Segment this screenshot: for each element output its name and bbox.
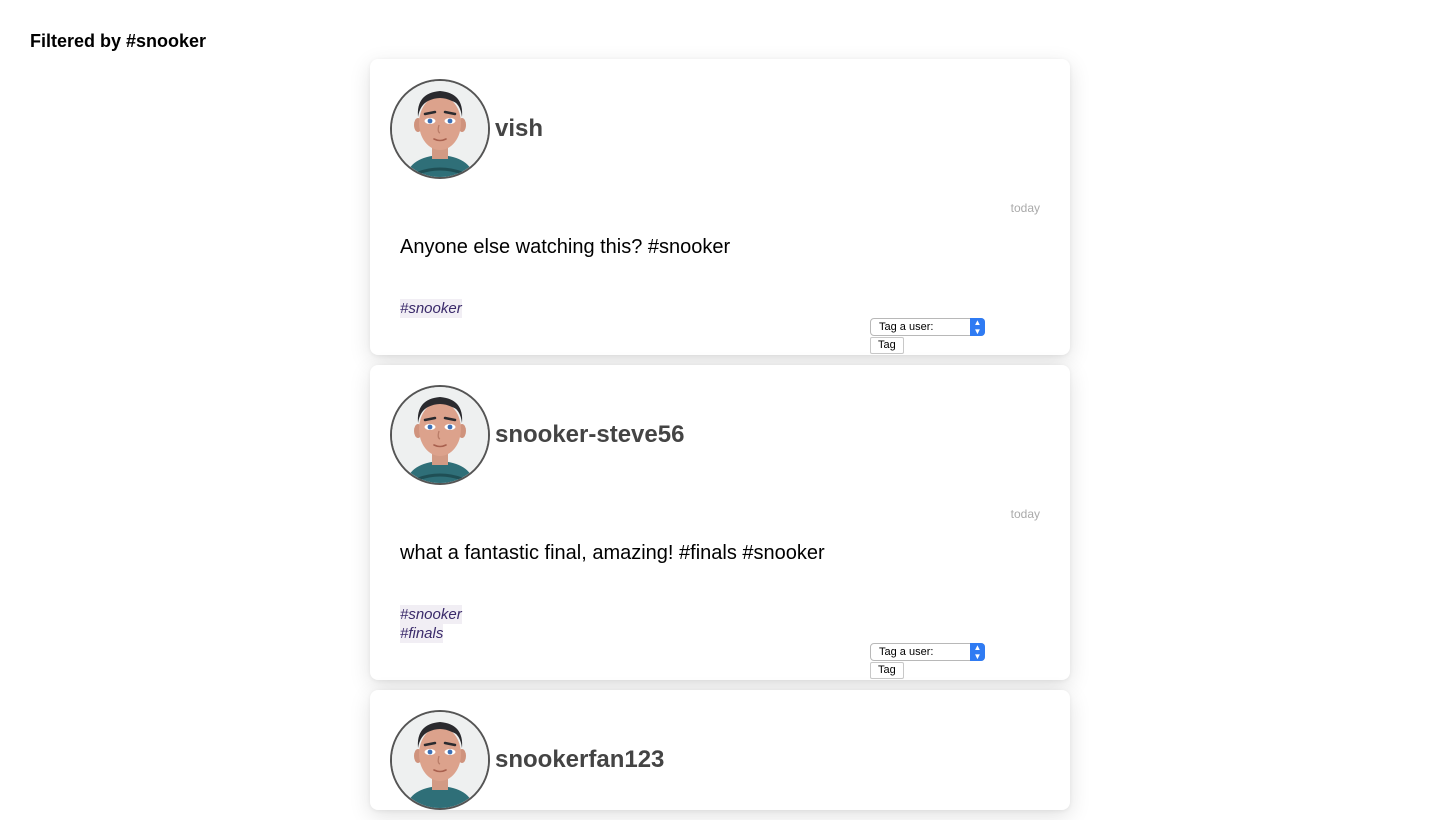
hashtag-link[interactable]: #snooker xyxy=(400,299,462,318)
tag-user-select-value: Tag a user: xyxy=(879,646,934,658)
username[interactable]: snookerfan123 xyxy=(495,746,664,774)
tag-button[interactable]: Tag xyxy=(870,337,904,354)
chevron-up-down-icon: ▲ ▼ xyxy=(970,318,985,336)
tag-user-form: Tag a user: ▲ ▼ Tag xyxy=(870,318,985,354)
user-avatar-icon xyxy=(392,387,488,483)
tag-user-select-value: Tag a user: xyxy=(879,321,934,333)
post-header: snooker-steve56 xyxy=(390,385,684,485)
hashtag-link[interactable]: #finals xyxy=(400,624,444,643)
post-card: vish today Anyone else watching this? #s… xyxy=(370,59,1070,355)
avatar xyxy=(390,79,490,179)
post-card: snookerfan123 xyxy=(370,690,1070,810)
chevron-up-down-icon: ▲ ▼ xyxy=(970,643,985,661)
username[interactable]: snooker-steve56 xyxy=(495,421,684,449)
user-avatar-icon xyxy=(392,712,488,808)
filter-heading: Filtered by #snooker xyxy=(30,31,207,51)
post-card: snooker-steve56 today what a fantastic f… xyxy=(370,365,1070,680)
tag-user-select[interactable]: Tag a user: ▲ ▼ xyxy=(870,318,985,336)
post-body: Anyone else watching this? #snooker xyxy=(400,236,731,258)
hashtag-link[interactable]: #snooker xyxy=(400,605,462,624)
post-feed: vish today Anyone else watching this? #s… xyxy=(370,59,1070,820)
hashtag-list: #snooker #finals xyxy=(400,605,462,643)
tag-user-form: Tag a user: ▲ ▼ Tag xyxy=(870,643,985,679)
avatar xyxy=(390,710,490,810)
avatar xyxy=(390,385,490,485)
post-header: vish xyxy=(390,79,543,179)
post-header: snookerfan123 xyxy=(390,710,664,810)
post-timestamp: today xyxy=(1010,201,1040,215)
user-avatar-icon xyxy=(392,81,488,177)
tag-user-select[interactable]: Tag a user: ▲ ▼ xyxy=(870,643,985,661)
post-timestamp: today xyxy=(1010,507,1040,521)
tag-button[interactable]: Tag xyxy=(870,662,904,679)
hashtag-list: #snooker xyxy=(400,299,462,318)
username[interactable]: vish xyxy=(495,115,543,143)
post-body: what a fantastic final, amazing! #finals… xyxy=(400,542,825,564)
